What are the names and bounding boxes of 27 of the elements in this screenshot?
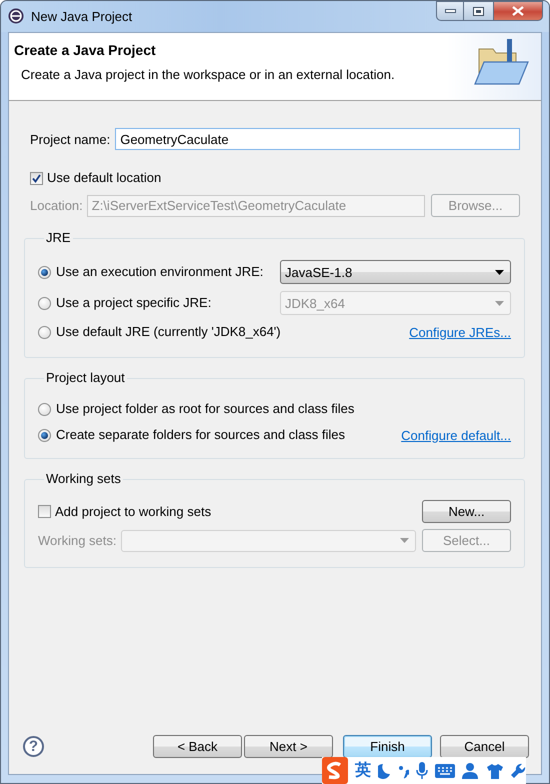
link[interactable]: Configure default... bbox=[401, 428, 511, 442]
help-button[interactable]: ? bbox=[23, 736, 44, 757]
radio-button[interactable]: Use a project specific JRE: bbox=[38, 295, 212, 311]
radio-button[interactable]: Create separate folders for sources and class files bbox=[38, 427, 346, 443]
field-label: Project name: bbox=[30, 132, 110, 146]
radio-button[interactable]: Use default JRE (currently 'JDK8_x64') bbox=[38, 324, 281, 340]
link[interactable]: Configure JREs... bbox=[409, 324, 511, 340]
radio-button[interactable]: Use an execution environment JRE: bbox=[38, 264, 264, 280]
checkbox[interactable]: Use default location bbox=[30, 170, 162, 186]
new-button[interactable]: New... bbox=[422, 500, 511, 523]
checkbox[interactable]: Add project to working sets bbox=[38, 504, 212, 520]
window-title: New Java Project bbox=[31, 8, 132, 24]
dropdown[interactable]: JavaSE-1.8 bbox=[280, 260, 511, 284]
page-description: Create a Java project in the workspace or in an external location. bbox=[21, 67, 396, 82]
group-label: Project layout bbox=[45, 371, 126, 385]
cancel-button[interactable]: Cancel bbox=[440, 735, 529, 758]
field-label: Working sets: bbox=[38, 533, 117, 548]
page-title: Create a Java Project bbox=[14, 41, 157, 59]
input-field[interactable]: GeometryCaculate bbox=[115, 128, 520, 150]
finish-button[interactable]: Finish bbox=[343, 735, 432, 758]
group-label: JRE bbox=[45, 231, 72, 245]
group-label: Working sets bbox=[45, 472, 122, 486]
field-label: Location: bbox=[30, 198, 83, 213]
input-mode[interactable]: 英 bbox=[355, 762, 371, 780]
back-button[interactable]: < Back bbox=[153, 735, 242, 758]
radio-button[interactable]: Use project folder as root for sources and class files bbox=[38, 401, 354, 417]
next-button[interactable]: Next > bbox=[244, 735, 333, 758]
